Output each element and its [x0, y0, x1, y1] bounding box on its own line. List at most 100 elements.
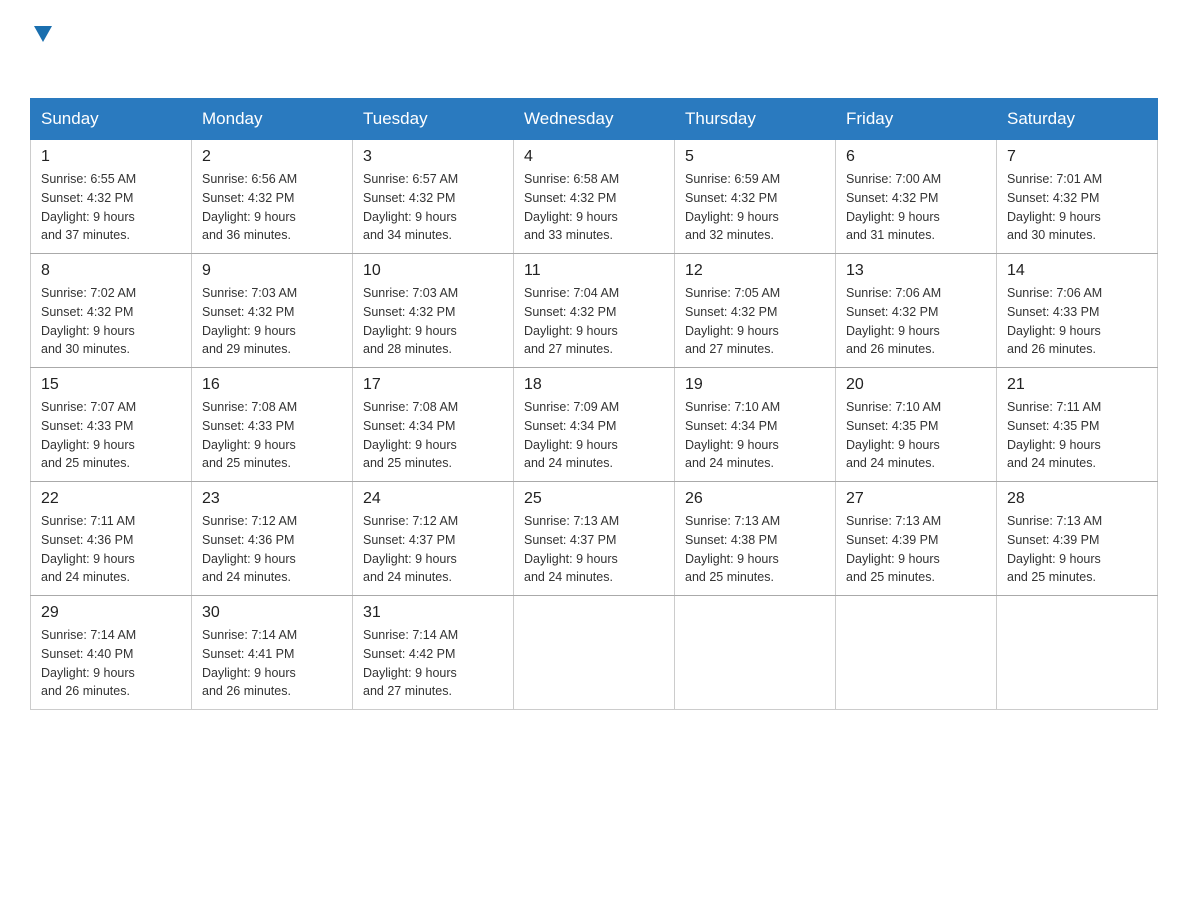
day-number: 14: [1007, 262, 1147, 280]
day-info: Sunrise: 7:02 AMSunset: 4:32 PMDaylight:…: [41, 286, 136, 356]
calendar-cell: 21 Sunrise: 7:11 AMSunset: 4:35 PMDaylig…: [997, 368, 1158, 482]
calendar-cell: 28 Sunrise: 7:13 AMSunset: 4:39 PMDaylig…: [997, 482, 1158, 596]
logo-arrow-icon: [32, 22, 54, 44]
day-info: Sunrise: 7:01 AMSunset: 4:32 PMDaylight:…: [1007, 172, 1102, 242]
day-info: Sunrise: 7:13 AMSunset: 4:39 PMDaylight:…: [846, 514, 941, 584]
day-number: 3: [363, 148, 503, 166]
day-info: Sunrise: 7:00 AMSunset: 4:32 PMDaylight:…: [846, 172, 941, 242]
calendar-cell: 5 Sunrise: 6:59 AMSunset: 4:32 PMDayligh…: [675, 140, 836, 254]
day-number: 2: [202, 148, 342, 166]
day-number: 6: [846, 148, 986, 166]
day-info: Sunrise: 7:14 AMSunset: 4:42 PMDaylight:…: [363, 628, 458, 698]
day-info: Sunrise: 7:11 AMSunset: 4:36 PMDaylight:…: [41, 514, 135, 584]
day-number: 15: [41, 376, 181, 394]
calendar-cell: [675, 596, 836, 710]
page-header: [30, 20, 1158, 78]
calendar-week-row: 15 Sunrise: 7:07 AMSunset: 4:33 PMDaylig…: [31, 368, 1158, 482]
logo: [30, 20, 54, 78]
calendar-cell: 20 Sunrise: 7:10 AMSunset: 4:35 PMDaylig…: [836, 368, 997, 482]
day-info: Sunrise: 7:13 AMSunset: 4:38 PMDaylight:…: [685, 514, 780, 584]
day-number: 30: [202, 604, 342, 622]
day-number: 19: [685, 376, 825, 394]
calendar-cell: 4 Sunrise: 6:58 AMSunset: 4:32 PMDayligh…: [514, 140, 675, 254]
calendar-cell: 16 Sunrise: 7:08 AMSunset: 4:33 PMDaylig…: [192, 368, 353, 482]
weekday-header-friday: Friday: [836, 99, 997, 140]
calendar-cell: 23 Sunrise: 7:12 AMSunset: 4:36 PMDaylig…: [192, 482, 353, 596]
weekday-header-saturday: Saturday: [997, 99, 1158, 140]
day-info: Sunrise: 6:59 AMSunset: 4:32 PMDaylight:…: [685, 172, 780, 242]
calendar-cell: 7 Sunrise: 7:01 AMSunset: 4:32 PMDayligh…: [997, 140, 1158, 254]
day-info: Sunrise: 7:06 AMSunset: 4:33 PMDaylight:…: [1007, 286, 1102, 356]
calendar-cell: 13 Sunrise: 7:06 AMSunset: 4:32 PMDaylig…: [836, 254, 997, 368]
day-info: Sunrise: 7:11 AMSunset: 4:35 PMDaylight:…: [1007, 400, 1101, 470]
day-number: 21: [1007, 376, 1147, 394]
calendar-cell: 25 Sunrise: 7:13 AMSunset: 4:37 PMDaylig…: [514, 482, 675, 596]
weekday-header-wednesday: Wednesday: [514, 99, 675, 140]
calendar-table: SundayMondayTuesdayWednesdayThursdayFrid…: [30, 98, 1158, 710]
calendar-cell: [836, 596, 997, 710]
day-info: Sunrise: 7:10 AMSunset: 4:35 PMDaylight:…: [846, 400, 941, 470]
day-info: Sunrise: 7:09 AMSunset: 4:34 PMDaylight:…: [524, 400, 619, 470]
day-number: 29: [41, 604, 181, 622]
day-info: Sunrise: 6:57 AMSunset: 4:32 PMDaylight:…: [363, 172, 458, 242]
calendar-cell: 1 Sunrise: 6:55 AMSunset: 4:32 PMDayligh…: [31, 140, 192, 254]
day-info: Sunrise: 7:12 AMSunset: 4:36 PMDaylight:…: [202, 514, 297, 584]
day-info: Sunrise: 7:13 AMSunset: 4:39 PMDaylight:…: [1007, 514, 1102, 584]
calendar-cell: 8 Sunrise: 7:02 AMSunset: 4:32 PMDayligh…: [31, 254, 192, 368]
day-number: 1: [41, 148, 181, 166]
day-info: Sunrise: 7:07 AMSunset: 4:33 PMDaylight:…: [41, 400, 136, 470]
day-info: Sunrise: 7:14 AMSunset: 4:40 PMDaylight:…: [41, 628, 136, 698]
calendar-cell: 14 Sunrise: 7:06 AMSunset: 4:33 PMDaylig…: [997, 254, 1158, 368]
day-number: 10: [363, 262, 503, 280]
calendar-cell: 3 Sunrise: 6:57 AMSunset: 4:32 PMDayligh…: [353, 140, 514, 254]
weekday-header-sunday: Sunday: [31, 99, 192, 140]
day-number: 5: [685, 148, 825, 166]
calendar-week-row: 22 Sunrise: 7:11 AMSunset: 4:36 PMDaylig…: [31, 482, 1158, 596]
day-number: 26: [685, 490, 825, 508]
day-info: Sunrise: 7:10 AMSunset: 4:34 PMDaylight:…: [685, 400, 780, 470]
calendar-week-row: 29 Sunrise: 7:14 AMSunset: 4:40 PMDaylig…: [31, 596, 1158, 710]
day-number: 13: [846, 262, 986, 280]
day-info: Sunrise: 7:03 AMSunset: 4:32 PMDaylight:…: [202, 286, 297, 356]
calendar-cell: [997, 596, 1158, 710]
day-number: 24: [363, 490, 503, 508]
calendar-cell: 11 Sunrise: 7:04 AMSunset: 4:32 PMDaylig…: [514, 254, 675, 368]
day-number: 8: [41, 262, 181, 280]
calendar-cell: 6 Sunrise: 7:00 AMSunset: 4:32 PMDayligh…: [836, 140, 997, 254]
calendar-cell: 29 Sunrise: 7:14 AMSunset: 4:40 PMDaylig…: [31, 596, 192, 710]
day-info: Sunrise: 7:04 AMSunset: 4:32 PMDaylight:…: [524, 286, 619, 356]
calendar-cell: 26 Sunrise: 7:13 AMSunset: 4:38 PMDaylig…: [675, 482, 836, 596]
day-info: Sunrise: 7:03 AMSunset: 4:32 PMDaylight:…: [363, 286, 458, 356]
day-number: 11: [524, 262, 664, 280]
day-info: Sunrise: 7:08 AMSunset: 4:34 PMDaylight:…: [363, 400, 458, 470]
day-number: 16: [202, 376, 342, 394]
calendar-cell: 18 Sunrise: 7:09 AMSunset: 4:34 PMDaylig…: [514, 368, 675, 482]
day-number: 4: [524, 148, 664, 166]
day-number: 25: [524, 490, 664, 508]
calendar-cell: 12 Sunrise: 7:05 AMSunset: 4:32 PMDaylig…: [675, 254, 836, 368]
calendar-cell: 2 Sunrise: 6:56 AMSunset: 4:32 PMDayligh…: [192, 140, 353, 254]
day-number: 18: [524, 376, 664, 394]
day-info: Sunrise: 6:58 AMSunset: 4:32 PMDaylight:…: [524, 172, 619, 242]
day-number: 23: [202, 490, 342, 508]
calendar-cell: 17 Sunrise: 7:08 AMSunset: 4:34 PMDaylig…: [353, 368, 514, 482]
day-number: 22: [41, 490, 181, 508]
day-info: Sunrise: 6:55 AMSunset: 4:32 PMDaylight:…: [41, 172, 136, 242]
weekday-header-tuesday: Tuesday: [353, 99, 514, 140]
calendar-week-row: 1 Sunrise: 6:55 AMSunset: 4:32 PMDayligh…: [31, 140, 1158, 254]
day-number: 27: [846, 490, 986, 508]
day-info: Sunrise: 7:14 AMSunset: 4:41 PMDaylight:…: [202, 628, 297, 698]
weekday-header-thursday: Thursday: [675, 99, 836, 140]
calendar-cell: 27 Sunrise: 7:13 AMSunset: 4:39 PMDaylig…: [836, 482, 997, 596]
weekday-header-monday: Monday: [192, 99, 353, 140]
day-info: Sunrise: 7:05 AMSunset: 4:32 PMDaylight:…: [685, 286, 780, 356]
day-number: 17: [363, 376, 503, 394]
day-info: Sunrise: 7:13 AMSunset: 4:37 PMDaylight:…: [524, 514, 619, 584]
calendar-cell: [514, 596, 675, 710]
calendar-cell: 22 Sunrise: 7:11 AMSunset: 4:36 PMDaylig…: [31, 482, 192, 596]
day-number: 31: [363, 604, 503, 622]
calendar-cell: 15 Sunrise: 7:07 AMSunset: 4:33 PMDaylig…: [31, 368, 192, 482]
calendar-cell: 24 Sunrise: 7:12 AMSunset: 4:37 PMDaylig…: [353, 482, 514, 596]
day-info: Sunrise: 7:12 AMSunset: 4:37 PMDaylight:…: [363, 514, 458, 584]
calendar-cell: 9 Sunrise: 7:03 AMSunset: 4:32 PMDayligh…: [192, 254, 353, 368]
